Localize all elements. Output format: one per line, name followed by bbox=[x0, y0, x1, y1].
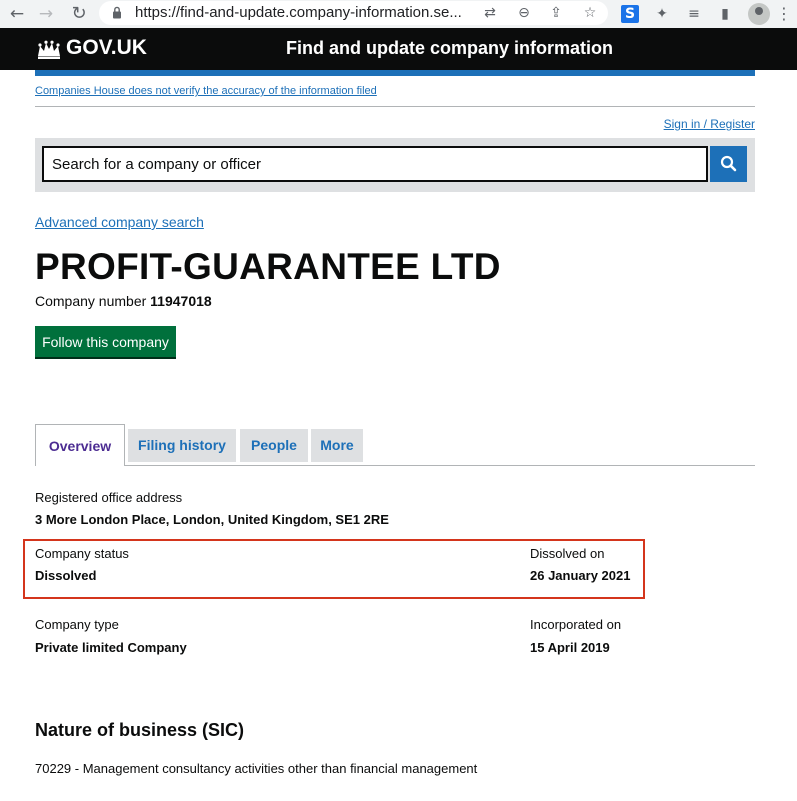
incorporated-on-value: 15 April 2019 bbox=[530, 640, 610, 655]
incorporated-on-label: Incorporated on bbox=[530, 617, 622, 632]
registered-office-label: Registered office address bbox=[35, 490, 183, 505]
company-number: Company number 11947018 bbox=[35, 293, 212, 309]
company-status-value: Dissolved bbox=[35, 568, 97, 583]
govuk-logo-link[interactable]: GOV.UK bbox=[66, 36, 147, 60]
more-menu-icon[interactable]: ⋮ bbox=[776, 3, 792, 25]
tabs-divider bbox=[35, 465, 755, 466]
company-number-label: Company number bbox=[35, 293, 147, 309]
share-icon[interactable]: ⇪ bbox=[545, 2, 567, 24]
crown-icon bbox=[38, 40, 60, 59]
company-type-label: Company type bbox=[35, 617, 119, 632]
service-name-link[interactable]: Find and update company information bbox=[286, 38, 613, 59]
company-status-label: Company status bbox=[35, 546, 129, 561]
puzzle-extensions-icon[interactable]: ✦ bbox=[651, 3, 673, 25]
tab-more[interactable]: More bbox=[311, 429, 363, 462]
divider bbox=[35, 106, 755, 107]
extension-s-icon[interactable]: S bbox=[621, 5, 639, 23]
tab-people[interactable]: People bbox=[240, 429, 308, 462]
bookmark-star-icon[interactable]: ☆ bbox=[579, 2, 601, 24]
header-blue-bar bbox=[35, 70, 755, 76]
govuk-header: GOV.UK Find and update company informati… bbox=[0, 28, 797, 70]
follow-company-button[interactable]: Follow this company bbox=[35, 326, 176, 357]
tab-overview[interactable]: Overview bbox=[35, 424, 125, 466]
sic-entry: 70229 - Management consultancy activitie… bbox=[35, 761, 478, 776]
sign-in-register-link[interactable]: Sign in / Register bbox=[664, 117, 755, 131]
search-icon bbox=[720, 155, 737, 172]
forward-arrow-icon[interactable]: → bbox=[34, 2, 58, 26]
translate-icon[interactable]: ⇄ bbox=[479, 2, 501, 24]
registered-office-value: 3 More London Place, London, United King… bbox=[35, 512, 389, 527]
address-bar[interactable]: https://find-and-update.company-informat… bbox=[99, 1, 608, 25]
advanced-search-link[interactable]: Advanced company search bbox=[35, 214, 204, 230]
search-container bbox=[35, 138, 755, 192]
reload-icon[interactable]: ↻ bbox=[67, 2, 91, 26]
reading-list-icon[interactable]: ≡ bbox=[683, 3, 705, 25]
url-text[interactable]: https://find-and-update.company-informat… bbox=[135, 4, 475, 21]
company-type-value: Private limited Company bbox=[35, 640, 187, 655]
tab-filing-history[interactable]: Filing history bbox=[128, 429, 236, 462]
dissolved-on-value: 26 January 2021 bbox=[530, 568, 631, 583]
search-input[interactable] bbox=[42, 146, 708, 182]
browser-toolbar: ← → ↻ https://find-and-update.company-in… bbox=[0, 0, 797, 28]
search-button[interactable] bbox=[710, 146, 747, 182]
lock-icon bbox=[113, 6, 121, 19]
company-number-value: 11947018 bbox=[150, 293, 212, 309]
side-panel-icon[interactable]: ▮ bbox=[714, 3, 736, 25]
disclaimer-link[interactable]: Companies House does not verify the accu… bbox=[35, 85, 377, 97]
dissolved-on-label: Dissolved on bbox=[530, 546, 605, 561]
zoom-out-icon[interactable]: ⊖ bbox=[513, 2, 535, 24]
sic-heading: Nature of business (SIC) bbox=[35, 720, 245, 740]
back-arrow-icon[interactable]: ← bbox=[5, 2, 29, 26]
profile-avatar[interactable] bbox=[748, 3, 770, 25]
company-name-heading: PROFIT-GUARANTEE LTD bbox=[35, 246, 501, 287]
